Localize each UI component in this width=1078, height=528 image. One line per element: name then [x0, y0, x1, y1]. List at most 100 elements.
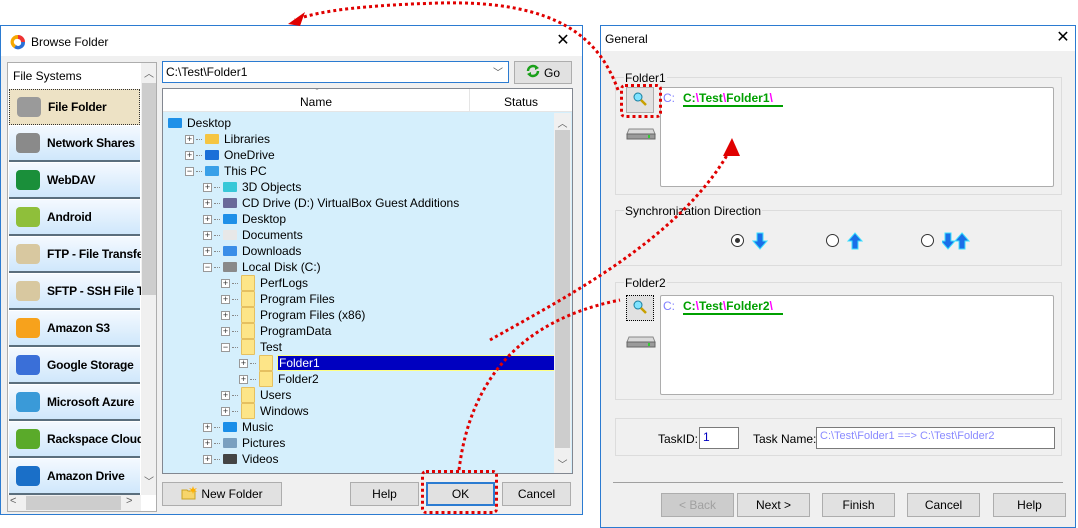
providers-horizontal-scrollbar[interactable]: < > — [8, 495, 141, 511]
folder2-path[interactable]: C: C:\Test\Folder2\ — [663, 299, 783, 315]
expand-icon[interactable]: + — [239, 374, 248, 384]
tree-row[interactable]: + Users — [221, 387, 292, 403]
tree-row[interactable]: +3D Objects — [203, 179, 302, 195]
expand-icon[interactable]: + — [221, 294, 230, 304]
provider-item[interactable]: Network Shares — [9, 126, 140, 162]
folder1-path[interactable]: C: C:\Test\Folder1\ — [663, 91, 783, 107]
provider-item[interactable]: Amazon Drive — [9, 459, 140, 495]
expand-icon[interactable]: + — [203, 214, 212, 224]
browse-folder1-button[interactable] — [626, 87, 654, 113]
provider-item[interactable]: SFTP - SSH File Transfer — [9, 274, 156, 310]
expand-icon[interactable]: + — [221, 326, 230, 336]
tree-row[interactable]: + Pictures — [203, 435, 286, 451]
go-button[interactable]: Go — [514, 61, 572, 84]
expand-icon[interactable]: + — [203, 438, 212, 448]
tree-vertical-scrollbar[interactable]: ︿ ﹀ — [554, 113, 571, 473]
column-header-status[interactable]: Status — [470, 89, 572, 112]
close-icon[interactable]: ✕ — [553, 31, 573, 51]
tree-row[interactable]: + Music — [203, 419, 274, 435]
expand-icon[interactable]: + — [185, 134, 194, 144]
provider-item[interactable]: Microsoft Azure — [9, 385, 140, 421]
task-id-input[interactable]: 1 — [699, 427, 739, 449]
scroll-up-icon[interactable]: ︿ — [141, 65, 156, 80]
provider-item[interactable]: Android — [9, 200, 140, 236]
scroll-left-icon[interactable]: < — [10, 495, 16, 507]
tree-row[interactable]: + Folder2 — [239, 371, 320, 387]
provider-item[interactable]: Rackspace Cloud — [9, 422, 144, 458]
task-name-input[interactable]: C:\Test\Folder1 ==> C:\Test\Folder2 — [816, 427, 1055, 449]
folder2-path-link[interactable]: C:\Test\Folder2\ — [683, 299, 783, 315]
expand-icon[interactable]: + — [221, 310, 230, 320]
close-icon[interactable]: ✕ — [1053, 28, 1073, 48]
tree-row[interactable]: + Documents — [203, 227, 304, 243]
scrollbar-thumb[interactable] — [26, 496, 121, 510]
arrow-both-icon[interactable] — [939, 232, 971, 253]
tree-row[interactable]: + Downloads — [203, 243, 302, 259]
tree-row[interactable]: + Program Files (x86) — [221, 307, 366, 323]
folder1-path-box[interactable]: C: C:\Test\Folder1\ — [660, 87, 1054, 187]
tree-row[interactable]: − This PC — [185, 163, 268, 179]
tree-row[interactable]: + Desktop — [203, 211, 287, 227]
scroll-down-icon[interactable]: ﹀ — [141, 473, 156, 488]
scroll-down-icon[interactable]: ﹀ — [554, 456, 571, 471]
sync-direction-group: Synchronization Direction — [615, 204, 1062, 266]
scrollbar-thumb[interactable] — [142, 83, 156, 295]
providers-vertical-scrollbar[interactable]: ︿ ﹀ — [141, 63, 156, 495]
tree-row[interactable]: + Windows — [221, 403, 310, 419]
expand-icon[interactable]: + — [203, 198, 212, 208]
help-button[interactable]: Help — [350, 482, 419, 506]
cancel-button[interactable]: Cancel — [907, 493, 980, 517]
tree-row[interactable]: − Test — [221, 339, 283, 355]
cancel-button[interactable]: Cancel — [502, 482, 571, 506]
tree-row[interactable]: + ProgramData — [221, 323, 332, 339]
sync-radio-left-to-right[interactable] — [731, 234, 744, 247]
expand-icon[interactable]: + — [185, 150, 194, 160]
sync-radio-bidirectional[interactable] — [921, 234, 934, 247]
tree-row[interactable]: + Program Files — [221, 291, 336, 307]
column-header-name[interactable]: ﹀ Name — [163, 89, 470, 112]
help-button[interactable]: Help — [993, 493, 1066, 517]
back-button[interactable]: < Back — [661, 493, 734, 517]
expand-icon[interactable]: + — [203, 246, 212, 256]
folder1-path-link[interactable]: C:\Test\Folder1\ — [683, 91, 783, 107]
sync-radio-right-to-left[interactable] — [826, 234, 839, 247]
provider-item[interactable]: WebDAV — [9, 163, 140, 199]
chevron-down-icon[interactable]: ﹀ — [493, 64, 503, 79]
arrow-down-icon[interactable] — [751, 232, 769, 253]
expand-icon[interactable]: + — [203, 454, 212, 464]
provider-item[interactable]: FTP - File Transfer — [9, 237, 148, 273]
path-input-value[interactable]: C:\Test\Folder1 — [166, 65, 247, 79]
tree-row[interactable]: + Videos — [203, 451, 279, 467]
tree-row[interactable]: + PerfLogs — [221, 275, 309, 291]
tree-row[interactable]: + Folder1 — [239, 355, 569, 371]
finish-button[interactable]: Finish — [822, 493, 895, 517]
scrollbar-thumb[interactable] — [555, 130, 570, 448]
tree-row[interactable]: Desktop — [167, 115, 232, 131]
new-folder-button[interactable]: New Folder — [162, 482, 282, 506]
browse-folder2-button[interactable] — [626, 295, 654, 321]
expand-icon[interactable]: + — [203, 422, 212, 432]
tree-row[interactable]: + CD Drive (D:) VirtualBox Guest Addition… — [203, 195, 460, 211]
folder2-path-box[interactable]: C: C:\Test\Folder2\ — [660, 295, 1054, 395]
expand-icon[interactable]: + — [203, 182, 212, 192]
tree-row[interactable]: − Local Disk (C:) — [203, 259, 322, 275]
expand-icon[interactable]: + — [221, 390, 230, 400]
expand-icon[interactable]: + — [221, 406, 230, 416]
collapse-icon[interactable]: − — [221, 342, 230, 352]
tree-row[interactable]: + OneDrive — [185, 147, 276, 163]
tree-row[interactable]: + Libraries — [185, 131, 271, 147]
path-combobox[interactable]: C:\Test\Folder1 ﹀ — [162, 61, 509, 83]
ok-button[interactable]: OK — [426, 482, 495, 506]
collapse-icon[interactable]: − — [185, 166, 194, 176]
scroll-up-icon[interactable]: ︿ — [554, 115, 571, 130]
provider-item[interactable]: Google Storage — [9, 348, 140, 384]
provider-item[interactable]: File Folder — [9, 89, 140, 125]
expand-icon[interactable]: + — [221, 278, 230, 288]
arrow-up-icon[interactable] — [846, 232, 864, 253]
provider-item[interactable]: Amazon S3 — [9, 311, 140, 347]
expand-icon[interactable]: + — [203, 230, 212, 240]
next-button[interactable]: Next > — [737, 493, 810, 517]
expand-icon[interactable]: + — [239, 358, 248, 368]
collapse-icon[interactable]: − — [203, 262, 212, 272]
scroll-right-icon[interactable]: > — [126, 495, 132, 507]
